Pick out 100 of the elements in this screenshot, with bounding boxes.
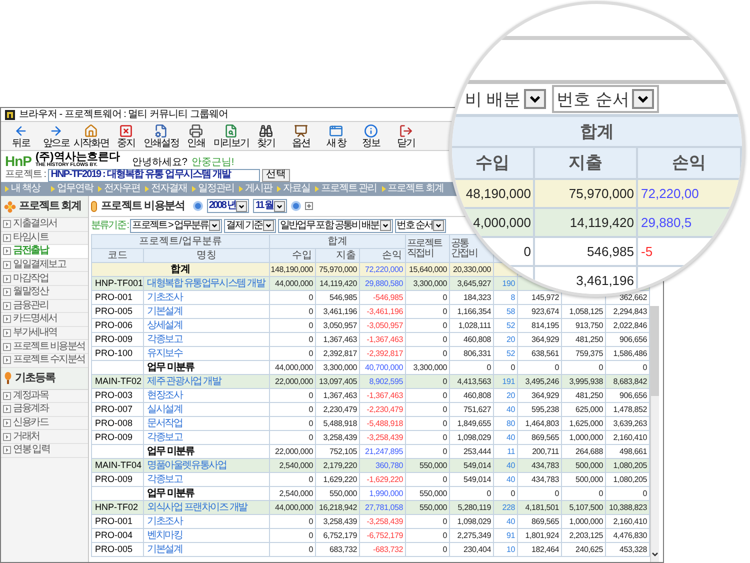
sidebar-item[interactable]: 거래처 [1, 430, 88, 444]
table-cell: PRO-005 [92, 542, 144, 556]
dropdown[interactable]: 11 월 [253, 199, 288, 213]
toolbar-button[interactable]: 찾기 [249, 124, 283, 149]
table-cell: 0 [270, 542, 316, 556]
project-field[interactable]: HNP-TF2019 : 대형복합 유통 업무시스템 개발 [48, 168, 260, 182]
sidebar-item[interactable]: 금융관리 [1, 300, 88, 314]
chevron-down-icon [524, 89, 546, 109]
document-gear-icon [154, 124, 168, 138]
previous-button[interactable] [192, 201, 203, 211]
bullet-icon [5, 186, 9, 192]
sidebar-item[interactable]: 카드명세서 [1, 313, 88, 327]
column-header: 손익 [638, 148, 742, 180]
printer-icon [189, 124, 203, 138]
chevron-down-icon [262, 220, 274, 231]
flower-icon [4, 200, 16, 212]
dropdown[interactable]: 비 배분 [465, 89, 546, 109]
project-label: 프로젝트 : [5, 170, 46, 180]
exit-icon [399, 124, 413, 138]
sidebar-item[interactable]: 지출결의서 [1, 218, 88, 232]
table-cell: 14,119,420 [535, 209, 638, 238]
pin-icon [4, 372, 12, 384]
bullet-icon [382, 186, 386, 192]
x-square-icon [119, 124, 133, 138]
window-title: 브라우저 - 프로젝트웨어 : 멀티 커뮤니티 그룹웨어 [19, 110, 228, 120]
board-icon [294, 124, 308, 138]
sidebar-item[interactable]: 신용카드 [1, 416, 88, 430]
binoculars-icon [259, 124, 273, 138]
window-icon [329, 124, 343, 138]
dropdown[interactable]: 프로젝트 > 업무분류 [130, 218, 222, 232]
sidebar-item[interactable]: 금전출납 [1, 245, 88, 259]
column-header: 프로젝트 직접비 [406, 234, 450, 262]
chevron-down-icon [433, 220, 444, 231]
document-search-icon [224, 124, 238, 138]
table-cell: 10 [494, 542, 518, 556]
table-cell: -683,732 [360, 542, 406, 556]
toolbar-button[interactable]: 중지 [109, 124, 143, 149]
bullet-icon [276, 186, 281, 192]
column-group-header: 합계 [270, 234, 406, 248]
toolbar-button[interactable]: 정보 [354, 124, 388, 149]
toolbar-button[interactable]: 인쇄설정 [144, 124, 178, 149]
tag-icon [91, 200, 97, 212]
home-icon [84, 124, 98, 138]
app-icon [5, 110, 15, 120]
sidebar-item[interactable]: 월말정산 [1, 286, 88, 300]
table-cell: 230,404 [450, 542, 494, 556]
plus-box-icon[interactable] [305, 202, 314, 210]
chevron-down-icon [632, 89, 654, 109]
sidebar-item[interactable]: 부가세내역 [1, 326, 88, 340]
sidebar-item[interactable]: 금융계좌 [1, 403, 88, 417]
sidebar-item[interactable]: 프로젝트 비용분석 [1, 340, 88, 354]
column-group-header: 프로젝트/업무분류 [92, 234, 270, 248]
table-cell: 182,464 [518, 542, 562, 556]
chevron-down-icon [236, 200, 248, 212]
bullet-icon [50, 186, 55, 192]
bullet-icon [314, 186, 319, 192]
scrollbar-thumb[interactable] [651, 306, 659, 396]
dropdown[interactable]: 결제 기준 [224, 218, 276, 232]
toolbar-button[interactable]: 시작화면 [74, 124, 108, 149]
toolbar-button[interactable]: 새 창 [319, 124, 353, 149]
dropdown[interactable]: 일반업무 포함 공통비 배분 [278, 218, 393, 232]
section-title: 기초등록 [15, 372, 55, 384]
sidebar-item[interactable]: 계정과목 [1, 390, 88, 404]
chevron-down-icon[interactable] [651, 550, 659, 558]
boxed-arrow-icon [3, 247, 11, 256]
dropdown[interactable]: 2008 년 [206, 199, 250, 213]
toolbar-button[interactable]: 인쇄 [179, 124, 213, 149]
logo: HnP [5, 154, 32, 168]
sidebar-item[interactable]: 일일결제보고 [1, 258, 88, 272]
info-icon [364, 124, 378, 138]
right-arrow-icon [49, 124, 63, 138]
bullet-icon [238, 186, 243, 192]
table-cell-text: 업무 미분류 [147, 446, 194, 456]
table-cell: 0 [406, 542, 450, 556]
select-button[interactable]: 선택 [262, 168, 290, 182]
column-group-header: 합계 [452, 117, 742, 148]
table-cell: 75,970,000 [535, 180, 638, 209]
sidebar-item[interactable]: 마감작업 [1, 272, 88, 286]
table-cell: 546,985 [535, 238, 638, 267]
toolbar-button[interactable]: 앞으로 [39, 124, 73, 149]
chevron-down-icon [209, 220, 220, 231]
table-cell-text: 업무 미분류 [147, 362, 194, 372]
filter-label: 분류기준 : [91, 220, 128, 230]
toolbar-button[interactable]: 닫기 [389, 124, 423, 149]
scrollbar[interactable] [650, 306, 659, 562]
chevron-down-icon [274, 200, 286, 212]
toolbar-button[interactable]: 미리보기 [214, 124, 248, 149]
chevron-down-icon [380, 220, 391, 231]
dropdown[interactable]: 번호 순서 [552, 85, 660, 113]
dropdown[interactable]: 번호 순서 [394, 218, 446, 232]
next-button[interactable] [291, 201, 302, 211]
toolbar-button[interactable]: 옵션 [284, 124, 318, 149]
column-header: 지출 [535, 148, 638, 180]
greeting-text: 안녕하세요? [132, 158, 188, 168]
section-title: 프로젝트 회계 [19, 201, 82, 212]
toolbar-button[interactable]: 뒤로 [4, 124, 38, 149]
user-name: 안중근님! [191, 158, 234, 168]
sidebar-item[interactable]: 연봉 입력 [1, 444, 88, 458]
bullet-icon [98, 186, 102, 192]
column-header: 수입 [452, 148, 535, 180]
